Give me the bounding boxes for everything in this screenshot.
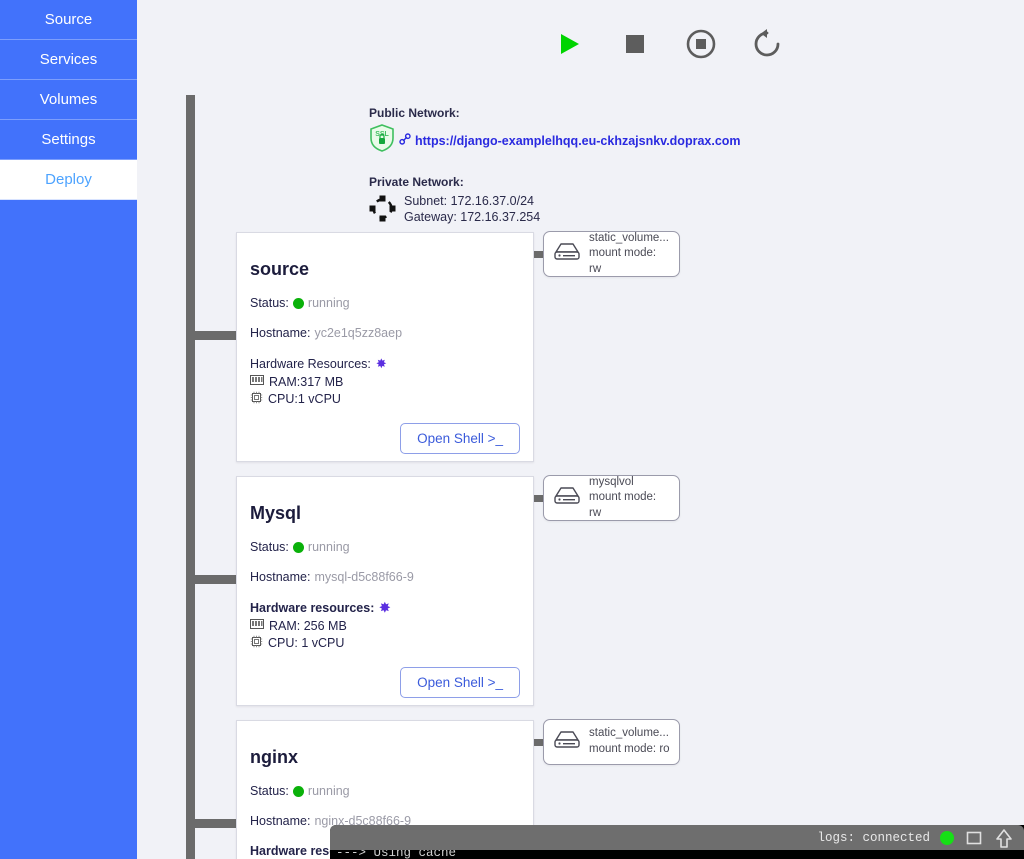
gear-icon[interactable]: ✸ [379,600,390,616]
sidebar-item-source[interactable]: Source [0,0,137,40]
service-name: source [250,259,310,279]
service-name: Mysql [250,503,302,523]
sidebar-item-settings[interactable]: Settings [0,120,137,160]
volume-name: mysqlvol [589,475,634,488]
disk-icon [552,485,582,512]
volume-node-mysqlvol-rw[interactable]: mysqlvol mount mode: rw [543,475,680,521]
service-status: Status: running [250,784,520,798]
hardware-ram: RAM: 256 MB [250,618,520,633]
volume-mount-mode: mount mode: rw [589,247,657,275]
status-label: Status: [250,540,289,554]
hardware-resources-label: Hardware Resources: ✸ [250,356,520,372]
tree-trunk-line [186,95,195,859]
network-info: Public Network: SSL https://django-examp… [369,106,741,227]
status-dot-icon [292,541,304,553]
app-root: Source Services Volumes Settings Deploy [0,0,1024,859]
ram-value: RAM:317 MB [269,374,344,389]
tree-branch-nginx [186,819,236,828]
tree-branch-mysql [186,575,236,584]
hostname-label: Hostname: [250,570,311,584]
hostname-value: yc2e1q5zz8aep [314,326,403,340]
hostname-label: Hostname: [250,326,311,340]
network-nodes-icon [369,195,396,227]
status-dot-icon [292,785,304,797]
service-hostname: Hostname: mysql-d5c88f66-9 [250,570,520,584]
play-icon[interactable] [547,22,591,66]
volume-node-static-volume-ro[interactable]: static_volume... mount mode: ro [543,719,680,765]
service-status: Status: running [250,540,520,554]
ram-chip-icon [250,374,264,389]
status-label: Status: [250,296,289,310]
connection-status-dot-icon [940,830,954,845]
deploy-toolbar [547,22,789,66]
stop-square-icon[interactable] [613,22,657,66]
private-subnet: Subnet: 172.16.37.0/24 [404,194,534,208]
record-circle-icon[interactable] [679,22,723,66]
service-name: nginx [250,747,298,767]
volume-mount-mode: mount mode: ro [589,743,670,755]
volume-name: static_volume... [589,231,669,244]
private-network-row: Subnet: 172.16.37.0/24 Gateway: 172.16.3… [369,193,741,227]
ram-chip-icon [250,618,264,633]
logs-output[interactable]: ---> Using cache [330,850,1024,859]
logs-panel: logs: connected ---> Using cache [330,825,1024,859]
hostname-value: mysql-d5c88f66-9 [314,570,414,584]
volume-node-static-volume-rw[interactable]: static_volume... mount mode: rw [543,231,680,277]
open-shell-button[interactable]: Open Shell >_ [400,423,520,454]
cpu-value: CPU:1 vCPU [268,392,341,406]
hardware-cpu: CPU: 1 vCPU [250,635,520,651]
hardware-label-text: Hardware Resources: [250,357,371,371]
private-gateway: Gateway: 172.16.37.254 [404,210,541,225]
logs-connection-status: logs: connected [817,830,930,845]
hardware-cpu: CPU:1 vCPU [250,391,520,407]
sidebar-filler [0,200,137,859]
collapse-up-icon[interactable] [994,827,1014,849]
volume-name: static_volume... [589,727,669,740]
disk-icon [552,241,582,268]
public-network-row: SSL https://django-examplelhqq.eu-ckhzaj… [369,124,741,157]
public-network-url[interactable]: https://django-examplelhqq.eu-ckhzajsnkv… [415,134,741,148]
deploy-canvas: Public Network: SSL https://django-examp… [137,0,1024,859]
hardware-resources-label: Hardware resources: ✸ [250,600,520,616]
private-network-label: Private Network: [369,175,464,189]
maximize-icon[interactable] [964,828,984,848]
gear-icon[interactable]: ✸ [376,356,387,372]
sidebar: Source Services Volumes Settings Deploy [0,0,137,859]
logs-panel-header: logs: connected [330,825,1024,850]
status-value: running [307,784,350,798]
service-card-mysql[interactable]: Mysql Status: running Hostname: mysql-d5… [236,476,534,706]
hardware-ram: RAM:317 MB [250,374,520,389]
ram-value: RAM: 256 MB [269,618,347,633]
service-card-source[interactable]: source Status: running Hostname: yc2e1q5… [236,232,534,462]
cpu-value: CPU: 1 vCPU [268,636,345,650]
public-network-label: Public Network: [369,106,460,120]
volume-mount-mode: mount mode: rw [589,491,657,519]
status-value: running [307,540,350,554]
service-status: Status: running [250,296,520,310]
status-dot-icon [292,297,304,309]
status-label: Status: [250,784,289,798]
tree-branch-source [186,331,236,340]
log-line: ---> Using cache [336,850,457,859]
cpu-chip-icon [250,635,263,651]
sidebar-item-services[interactable]: Services [0,40,137,80]
ssl-shield-icon: SSL [369,124,395,157]
restart-icon[interactable] [745,22,789,66]
link-chain-icon [399,132,411,150]
hostname-label: Hostname: [250,814,311,828]
open-shell-button[interactable]: Open Shell >_ [400,667,520,698]
sidebar-item-volumes[interactable]: Volumes [0,80,137,120]
disk-icon [552,729,582,756]
service-hostname: Hostname: yc2e1q5zz8aep [250,326,520,340]
hardware-label-text: Hardware resources: [250,601,375,615]
status-value: running [307,296,350,310]
cpu-chip-icon [250,391,263,407]
sidebar-item-deploy[interactable]: Deploy [0,160,137,200]
